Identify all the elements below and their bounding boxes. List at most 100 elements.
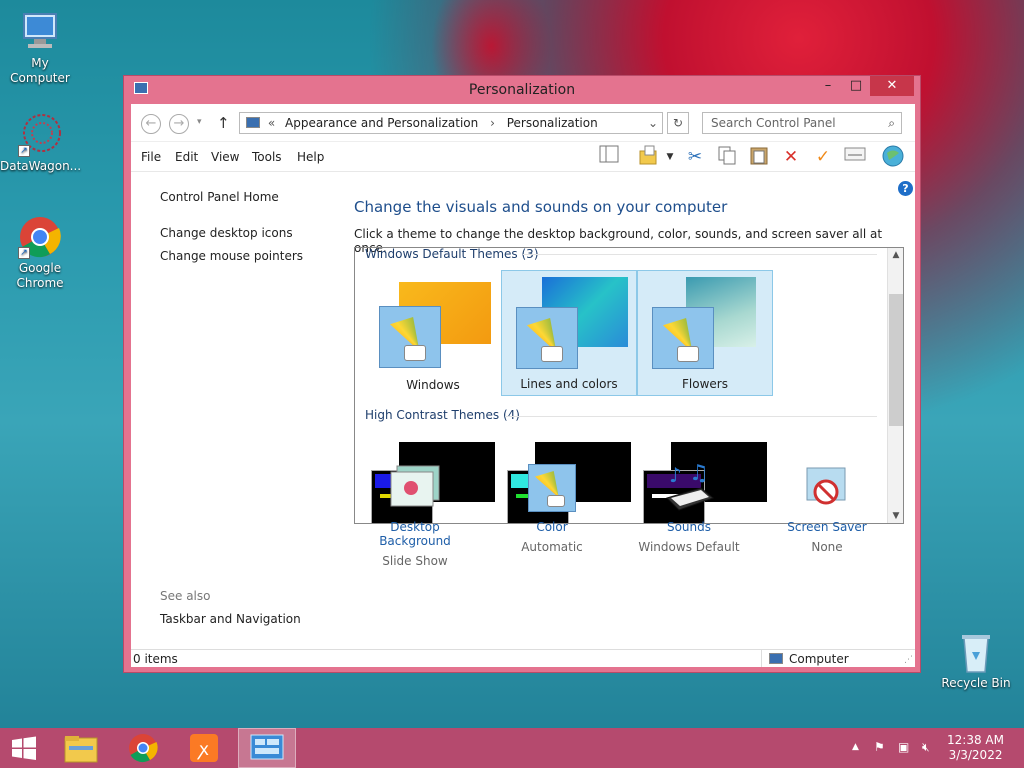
cut-icon[interactable]: ✂ <box>683 145 707 169</box>
taskbar: ꭗ ▲ ⚑ ▣ 🔇︎ 12:38 AM 3/3/2022 <box>0 728 1024 768</box>
page-heading: Change the visuals and sounds on your co… <box>354 198 728 216</box>
sounds-icon: ♪ ♫ <box>661 461 717 514</box>
link-change-desktop-icons[interactable]: Change desktop icons <box>160 226 293 240</box>
show-hidden-icons[interactable]: ▲ <box>852 742 859 752</box>
scroll-down-icon[interactable]: ▼ <box>888 511 903 521</box>
status-location: Computer <box>789 652 849 666</box>
left-pane: Control Panel Home Change desktop icons … <box>131 172 347 650</box>
clock-time: 12:38 AM <box>947 733 1004 747</box>
svg-text:♪: ♪ <box>669 464 682 487</box>
setting-screen-saver[interactable]: Screen Saver None <box>767 464 887 554</box>
theme-lines-and-colors[interactable]: Lines and colors <box>501 270 637 396</box>
theme-label: Flowers <box>682 377 728 391</box>
search-input[interactable]: Search Control Panel ⌕ <box>702 112 902 134</box>
taskbar-chrome[interactable] <box>114 728 172 768</box>
taskbar-file-explorer[interactable] <box>52 728 110 768</box>
menu-file[interactable]: File <box>141 150 161 164</box>
preview-pane-icon[interactable] <box>597 145 621 169</box>
link-change-mouse-pointers[interactable]: Change mouse pointers <box>160 249 303 263</box>
status-item-count: 0 items <box>133 652 178 666</box>
close-button[interactable]: ✕ <box>870 76 914 96</box>
link-taskbar-and-navigation[interactable]: Taskbar and Navigation <box>160 612 301 626</box>
globe-icon[interactable] <box>881 145 905 169</box>
breadcrumb-appearance[interactable]: Appearance and Personalization <box>285 116 478 130</box>
chrome-icon <box>129 734 158 763</box>
volume-muted-icon[interactable]: 🔇︎ <box>922 740 930 755</box>
forward-button[interactable]: → <box>169 114 189 134</box>
theme-flowers[interactable]: Flowers <box>637 270 773 396</box>
see-also-label: See also <box>160 589 211 603</box>
delete-icon[interactable]: ✕ <box>779 145 803 169</box>
desktop-icon-datawagon[interactable]: ↗ DataWagon... <box>0 113 82 174</box>
breadcrumb-personalization[interactable]: Personalization <box>507 116 598 130</box>
start-button[interactable] <box>0 728 58 768</box>
desktop-icon-recycle-bin[interactable]: Recycle Bin <box>936 630 1016 691</box>
resize-grip-icon[interactable]: ⋰ <box>904 652 913 668</box>
main-pane: Change the visuals and sounds on your co… <box>347 172 915 650</box>
desktop-icon-label: Recycle Bin <box>941 676 1011 690</box>
color-icon <box>524 464 580 514</box>
theme-label: Windows <box>406 378 460 392</box>
desktop-icon-label: DataWagon... <box>0 159 82 173</box>
address-computer-icon <box>246 117 260 128</box>
paste-icon[interactable] <box>747 145 771 169</box>
screen-saver-icon <box>799 464 855 514</box>
address-overflow[interactable]: « <box>268 116 275 130</box>
refresh-icon: ↻ <box>672 116 684 130</box>
clock[interactable]: 12:38 AM 3/3/2022 <box>947 733 1004 763</box>
address-row: ← → ▾ ↑ « Appearance and Personalization… <box>131 104 915 142</box>
dropdown-icon[interactable]: ▼ <box>658 145 682 169</box>
properties-icon[interactable]: ✓ <box>811 145 835 169</box>
menu-tools[interactable]: Tools <box>252 150 282 164</box>
menu-toolbar-row: File Edit View Tools Help ▼ ✂ ✕ ✓ <box>131 142 915 172</box>
scroll-up-icon[interactable]: ▲ <box>888 250 903 260</box>
maximize-button[interactable]: □ <box>842 76 870 96</box>
folder-options-icon[interactable] <box>636 145 660 169</box>
setting-title: Screen Saver <box>787 520 867 534</box>
setting-value: Slide Show <box>382 554 448 568</box>
group-header-default-themes[interactable]: Windows Default Themes (3) <box>365 248 539 261</box>
view-icon[interactable] <box>843 145 867 169</box>
network-icon[interactable]: ▣ <box>898 740 909 754</box>
group-header-high-contrast[interactable]: High Contrast Themes (4) <box>365 408 520 422</box>
recent-pages-chevron-icon[interactable]: ▾ <box>197 117 202 127</box>
setting-desktop-background[interactable]: Desktop Background Slide Show <box>355 464 475 568</box>
search-icon: ⌕ <box>888 116 895 130</box>
theme-list-scrollbar[interactable]: ▲ ▼ <box>887 248 903 523</box>
desktop-icon-label: My Computer <box>10 56 70 85</box>
theme-windows[interactable]: Windows <box>365 270 501 396</box>
setting-color[interactable]: Color Automatic <box>492 464 612 554</box>
status-bar: 0 items Computer ⋰ <box>131 649 915 667</box>
status-computer-icon <box>769 653 783 664</box>
up-button[interactable]: ↑ <box>217 114 230 132</box>
refresh-button[interactable]: ↻ <box>667 112 689 134</box>
menu-help[interactable]: Help <box>297 150 324 164</box>
back-button[interactable]: ← <box>141 114 161 134</box>
clock-date: 3/3/2022 <box>948 748 1003 762</box>
minimize-button[interactable]: – <box>814 76 842 96</box>
desktop-icon-chrome[interactable]: ↗ Google Chrome <box>0 215 80 291</box>
window-title: Personalization <box>468 82 576 98</box>
desktop-background-icon <box>387 464 443 514</box>
color-palette-icon <box>379 306 441 368</box>
address-dropdown-icon[interactable]: ⌄ <box>648 113 658 133</box>
scroll-thumb[interactable] <box>889 294 903 426</box>
taskbar-xampp[interactable]: ꭗ <box>176 728 234 768</box>
copy-icon[interactable] <box>715 145 739 169</box>
menu-view[interactable]: View <box>211 150 239 164</box>
recycle-bin-icon <box>954 630 998 674</box>
taskbar-control-panel[interactable] <box>238 728 296 768</box>
title-bar[interactable]: Personalization – □ ✕ <box>124 76 920 104</box>
address-bar[interactable]: « Appearance and Personalization › Perso… <box>239 112 663 134</box>
svg-text:♫: ♫ <box>689 464 709 486</box>
menu-edit[interactable]: Edit <box>175 150 198 164</box>
link-control-panel-home[interactable]: Control Panel Home <box>160 190 279 204</box>
computer-icon <box>18 10 62 54</box>
search-placeholder: Search Control Panel <box>711 116 836 130</box>
action-center-flag-icon[interactable]: ⚑ <box>874 740 885 754</box>
desktop-icon-my-computer[interactable]: My Computer <box>0 10 80 86</box>
setting-value: Windows Default <box>638 540 740 554</box>
desktop-icon-label: Google Chrome <box>16 261 64 290</box>
personalization-window: Personalization – □ ✕ ← → ▾ ↑ « Appearan… <box>123 75 921 673</box>
setting-sounds[interactable]: ♪ ♫ Sounds Windows Default <box>629 461 749 554</box>
